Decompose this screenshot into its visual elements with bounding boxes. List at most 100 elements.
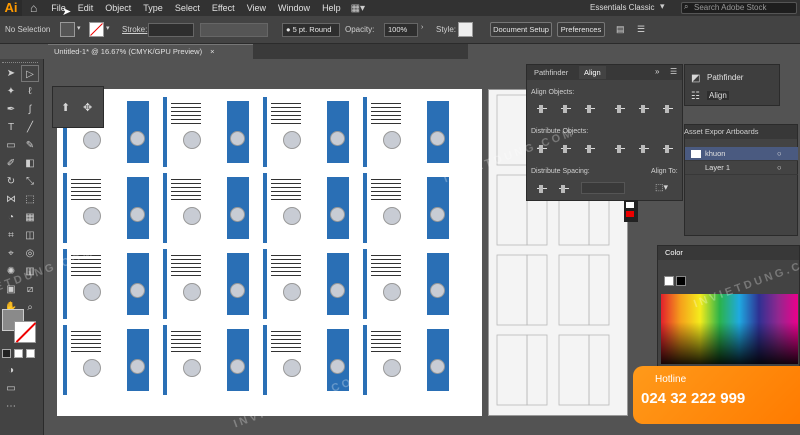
layer-row[interactable]: khuon ○ [685,147,798,161]
panel-menu-icon[interactable]: ☰ [637,24,645,35]
tab-align[interactable]: Align [579,66,606,79]
blue-panel [127,177,149,239]
opacity-field[interactable]: 100% [384,23,418,37]
document-setup-button[interactable]: Document Setup [490,22,552,37]
floating-mini-panel[interactable]: ⬆ ✥ [52,86,104,128]
width-tool-icon[interactable]: ⋈ [2,191,20,208]
fill-swatch[interactable] [60,22,75,37]
lasso-icon[interactable]: ℓ [21,83,39,100]
brush-definition-select[interactable]: ● 5 pt. Round [282,23,340,37]
align-left-icon[interactable] [535,103,549,115]
stock-search-input[interactable]: Search Adobe Stock [681,2,797,14]
symbol-icon[interactable]: ✥ [83,101,92,114]
align-top-icon[interactable] [613,103,627,115]
red-swatch[interactable] [626,211,634,217]
paintbrush-icon[interactable]: ✎ [21,137,39,154]
menu-object[interactable]: Object [99,0,137,16]
opacity-label[interactable]: Opacity: [345,25,374,34]
document-tab[interactable]: Untitled-1* @ 16.67% (CMYK/GPU Preview) … [48,44,253,59]
spacing-field[interactable] [581,182,625,194]
distribute-vspace-icon[interactable] [535,183,549,195]
variable-width-profile[interactable] [200,23,268,37]
layer-row[interactable]: Layer 1 ○ [685,161,798,175]
home-icon[interactable]: ⌂ [22,1,45,15]
preferences-button[interactable]: Preferences [557,22,605,37]
align-icon[interactable]: ☷ [691,91,700,102]
stroke-label[interactable]: Stroke: [122,25,147,34]
curvature-tool-icon[interactable]: ∫ [21,101,39,118]
graphic-style-swatch[interactable] [458,22,473,37]
chevron-down-icon[interactable]: ▾ [77,24,81,32]
menu-edit[interactable]: Edit [72,0,100,16]
transform-icon[interactable]: ⬆ [61,101,70,114]
align-to-icon[interactable]: ⬚▾ [655,182,668,193]
eyedropper-icon[interactable]: ⌖ [2,245,20,262]
more-tools-icon[interactable]: ⋯ [2,398,20,415]
menu-effect[interactable]: Effect [206,0,241,16]
align-horizontal-center-icon[interactable] [559,103,573,115]
gradient-tool-icon[interactable]: ◫ [21,227,39,244]
distribute-right-icon[interactable] [661,143,675,155]
draw-mode-icon[interactable]: ◑ [2,362,20,379]
stroke-weight-field[interactable] [148,23,194,37]
pen-tool-icon[interactable]: ✒ [2,101,20,118]
chevron-down-icon[interactable]: ▾ [660,1,665,12]
magic-wand-icon[interactable]: ✦ [2,83,20,100]
perspective-grid-icon[interactable]: ▦ [21,209,39,226]
black-swatch[interactable] [676,276,686,286]
arrange-icon[interactable]: ▤ [616,24,625,35]
artboard-main[interactable] [57,89,482,416]
distribute-left-icon[interactable] [613,143,627,155]
menu-help[interactable]: Help [316,0,347,16]
docked-align-label[interactable]: Align [707,91,729,100]
arrange-documents-icon[interactable]: ▦▾ [351,3,365,14]
rectangle-tool-icon[interactable]: ▭ [2,137,20,154]
rotate-tool-icon[interactable]: ↻ [2,173,20,190]
align-bottom-icon[interactable] [661,103,675,115]
eraser-icon[interactable]: ◧ [21,155,39,172]
distribute-bottom-icon[interactable] [583,143,597,155]
distribute-vcenter-icon[interactable] [559,143,573,155]
selection-tool-icon[interactable]: ➤ [2,65,20,82]
menu-select[interactable]: Select [169,0,206,16]
text-tool-icon[interactable]: T [2,119,20,136]
distribute-hspace-icon[interactable] [557,183,571,195]
shaper-tool-icon[interactable]: ✐ [2,155,20,172]
menu-type[interactable]: Type [137,0,169,16]
docked-pathfinder-label[interactable]: Pathfinder [707,73,743,82]
stroke-color-box[interactable] [14,321,37,343]
chevron-down-icon[interactable]: ▾ [106,24,110,32]
close-icon[interactable]: × [210,47,214,56]
tab-pathfinder[interactable]: Pathfinder [529,66,573,79]
workspace-switcher[interactable]: Essentials Classic [590,3,654,12]
gradient-mode-icon[interactable] [14,349,23,358]
distribute-hcenter-icon[interactable] [637,143,651,155]
tab-color[interactable]: Color [660,246,688,259]
line-tool-icon[interactable]: ╱ [21,119,39,136]
fill-swatch[interactable] [664,276,674,286]
tab-artboards[interactable]: Artboards [721,125,764,138]
blend-tool-icon[interactable]: ◎ [21,245,39,262]
panel-menu-icon[interactable]: ☰ [670,67,677,76]
menu-window[interactable]: Window [272,0,316,16]
color-spectrum[interactable] [661,294,798,364]
screen-mode-icon[interactable]: ▭ [2,380,20,397]
shape-builder-icon[interactable]: ◔ [2,209,20,226]
free-transform-icon[interactable]: ⬚ [21,191,39,208]
collapse-icon[interactable]: » [655,67,659,76]
direct-selection-tool-icon[interactable]: ▷ [21,65,39,82]
chevron-right-icon[interactable]: › [421,24,423,31]
stroke-swatch[interactable] [89,22,104,37]
align-right-icon[interactable] [583,103,597,115]
target-icon[interactable]: ○ [777,161,782,175]
white-swatch[interactable] [626,202,634,208]
mesh-tool-icon[interactable]: ⌗ [2,227,20,244]
menu-view[interactable]: View [241,0,272,16]
hotline-banner[interactable]: Hotline 024 32 222 999 [633,366,800,424]
none-mode-icon[interactable] [26,349,35,358]
target-icon[interactable]: ○ [777,147,782,161]
scale-tool-icon[interactable]: ⤡ [21,173,39,190]
pathfinder-icon[interactable]: ◩ [691,73,700,84]
color-mode-icon[interactable] [2,349,11,358]
align-vertical-center-icon[interactable] [637,103,651,115]
